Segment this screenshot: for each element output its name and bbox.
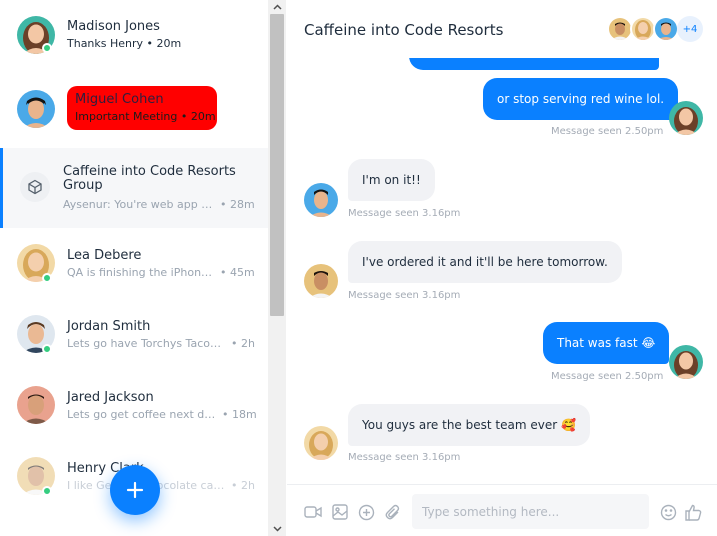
conversation-preview: Important Meeting xyxy=(75,110,178,123)
conversation-name: Jordan Smith xyxy=(67,319,151,334)
conversation-madison-jones[interactable]: Madison Jones Thanks Henry • 20m xyxy=(0,0,268,71)
online-indicator xyxy=(42,486,52,496)
conversation-time: 2h xyxy=(241,337,255,350)
conversation-time-row: • 2h xyxy=(231,479,255,492)
sender-avatar xyxy=(304,426,338,460)
avatar xyxy=(17,386,55,424)
conversation-time: 45m xyxy=(230,266,255,279)
message-input[interactable] xyxy=(412,494,649,529)
separator-dot: • xyxy=(222,408,232,421)
message-bubble-outgoing: That was fast 😂 xyxy=(543,322,670,364)
message-bubble-incoming: You guys are the best team ever 🥰 xyxy=(348,404,590,446)
conversation-preview: Lets go get coffee next doo... xyxy=(67,408,217,421)
conversation-preview: QA is finishing the iPhone t... xyxy=(67,266,215,279)
message-meta: Message seen 2.50pm xyxy=(551,126,664,137)
conversation-name: Madison Jones xyxy=(67,19,160,34)
message-composer xyxy=(287,484,717,536)
online-indicator xyxy=(42,344,52,354)
group-icon xyxy=(20,172,50,202)
chevron-down-icon xyxy=(272,526,282,532)
smiley-icon xyxy=(660,504,676,520)
online-indicator xyxy=(42,43,52,53)
scroll-up-arrow[interactable] xyxy=(268,0,286,14)
member-overflow-count[interactable]: +4 xyxy=(677,16,703,42)
separator-dot: • xyxy=(231,337,241,350)
separator-dot: • xyxy=(231,479,241,492)
active-indicator xyxy=(0,148,3,228)
conversation-list: Madison Jones Thanks Henry • 20m Miguel … xyxy=(0,0,268,536)
conversation-time: 28m xyxy=(230,198,255,211)
separator-dot: • xyxy=(180,110,191,123)
plus-circle-icon xyxy=(358,504,374,520)
separator-dot: • xyxy=(220,266,230,279)
conversation-jordan-smith[interactable]: Jordan Smith Lets go have Torchys Tacos … xyxy=(0,299,268,370)
conversation-lea-debere[interactable]: Lea Debere QA is finishing the iPhone t.… xyxy=(0,228,268,299)
conversation-time: 2h xyxy=(241,479,255,492)
highlighted-conversation[interactable]: Miguel Cohen Important Meeting • 20m xyxy=(67,86,217,130)
message-meta: Message seen 3.16pm xyxy=(348,452,461,463)
image-icon xyxy=(332,504,348,520)
like-button[interactable] xyxy=(684,503,702,521)
message-meta: Message seen 3.16pm xyxy=(348,290,461,301)
message-meta: Message seen 3.16pm xyxy=(348,208,461,219)
avatar xyxy=(17,90,55,128)
conversation-time-row: • 45m xyxy=(220,266,255,279)
conversation-time-row: • 2h xyxy=(231,337,255,350)
plus-icon xyxy=(126,481,144,499)
scroll-thumb[interactable] xyxy=(270,14,284,316)
scroll-down-arrow[interactable] xyxy=(268,522,286,536)
conversation-preview: Thanks Henry xyxy=(67,37,144,50)
message-bubble-outgoing: or stop serving red wine lol. xyxy=(483,78,679,120)
conversation-jared-jackson[interactable]: Jared Jackson Lets go get coffee next do… xyxy=(0,370,268,441)
video-icon xyxy=(304,506,322,518)
conversation-preview-row: Thanks Henry • 20m xyxy=(67,37,181,50)
sender-avatar xyxy=(304,183,338,217)
conversation-name: Miguel Cohen xyxy=(75,92,164,107)
conversation-time-row: • 28m xyxy=(220,198,255,211)
message-bubble-incoming: I've ordered it and it'll be here tomorr… xyxy=(348,241,622,283)
attach-file-button[interactable] xyxy=(384,503,402,521)
conversation-time-row: • 18m xyxy=(222,408,257,421)
paperclip-icon xyxy=(385,504,400,519)
new-conversation-button[interactable] xyxy=(110,465,160,515)
conversation-preview: Lets go have Torchys Tacos t... xyxy=(67,337,222,350)
messenger-app: Madison Jones Thanks Henry • 20m Miguel … xyxy=(0,0,717,536)
message-meta: Message seen 2.50pm xyxy=(551,371,664,382)
conversation-name: Jared Jackson xyxy=(67,390,154,405)
message-bubble-incoming: I'm on it!! xyxy=(348,159,435,201)
add-attachment-button[interactable] xyxy=(357,503,375,521)
attach-image-button[interactable] xyxy=(331,503,349,521)
conversation-time: 20m xyxy=(190,110,216,123)
conversation-name: Caffeine into Code Resorts Group xyxy=(63,164,236,193)
sender-avatar xyxy=(669,101,703,135)
conversation-caffeine-group[interactable]: Caffeine into Code Resorts Group Aysenur… xyxy=(0,148,268,228)
conversation-time: 20m xyxy=(156,37,182,50)
conversation-preview-row: Important Meeting • 20m xyxy=(75,110,216,123)
video-call-button[interactable] xyxy=(304,503,322,521)
conversation-time: 18m xyxy=(232,408,257,421)
thumbs-up-icon xyxy=(684,504,701,521)
conversation-preview: Aysenur: You're web app loo... xyxy=(63,198,215,211)
online-indicator xyxy=(42,273,52,283)
sidebar-scrollbar[interactable] xyxy=(268,0,286,536)
separator-dot: • xyxy=(146,37,157,50)
sender-avatar xyxy=(304,264,338,298)
chat-header: Caffeine into Code Resorts +4 xyxy=(287,0,717,58)
emoji-button[interactable] xyxy=(659,503,677,521)
chat-panel: Perhaps lets get the stain resistant one… xyxy=(287,0,717,536)
conversation-name: Lea Debere xyxy=(67,248,142,263)
separator-dot: • xyxy=(220,198,230,211)
chat-title: Caffeine into Code Resorts xyxy=(304,21,504,39)
sender-avatar xyxy=(669,345,703,379)
chevron-up-icon xyxy=(272,4,282,10)
member-avatar[interactable] xyxy=(653,16,679,42)
